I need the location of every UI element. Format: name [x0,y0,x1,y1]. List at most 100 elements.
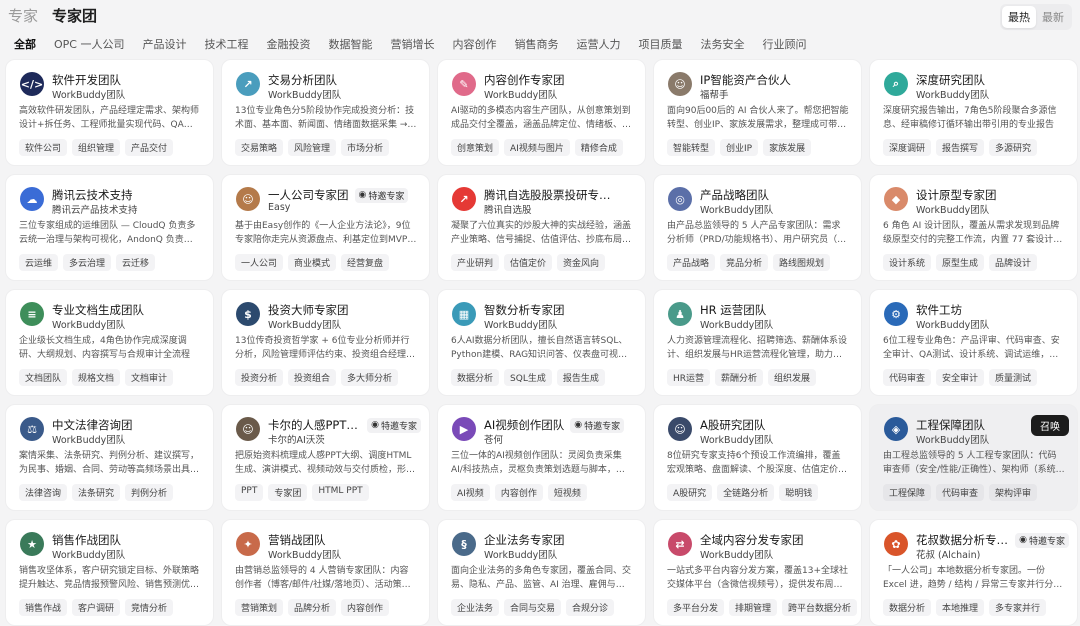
law-icon: ⚖ [20,417,44,441]
tab-9[interactable]: 运营人力 [576,36,620,52]
badge-label: 特邀专家 [584,421,621,432]
card-header: 一人公司专家团 ◉ 特邀专家 [268,187,421,203]
card-title: A股研究团队 [700,418,766,432]
card-title: IP智能资产合伙人 [700,73,791,87]
expert-card[interactable]: ⚖ 中文法律咨询团 WorkBuddy团队 案情采集、法条研究、判例分析、建议撰写，为… [5,404,214,511]
expert-card[interactable]: ↗ 腾讯自选股股票投研专家团 腾讯自选股 凝聚了六位真实的炒股大神的实战经验，涵盖产业… [437,174,646,281]
expert-card[interactable]: ▦ 智数分析专家团 WorkBuddy团队 6人AI数据分析团队，擅长自然语言转SQL… [437,289,646,396]
card-description: 「一人公司」本地数据分析专家团。一份 Excel 进，趋势 / 结构 / 异常三… [883,566,1054,590]
expert-card[interactable]: ▶ AI视频创作团队 ◉ 特邀专家 苍何 三位一体的AI视频创作团队：灵阅负责采集AI/科… [437,404,646,511]
card-tags: 创意策划 AI视频与图片 精修合成 [451,139,623,156]
tag: 原型生成 [936,254,985,271]
code-icon: </> [20,72,44,96]
expert-card[interactable]: ⌕ 深度研究团队 WorkBuddy团队 深度研究报告输出，7角色5阶段聚合多源信息、… [869,59,1078,166]
card-title: 智数分析专家团 [484,303,565,317]
expert-card[interactable]: ◆ 设计原型专家团 WorkBuddy团队 6 角色 AI 设计团队，覆盖从需求发现到… [869,174,1078,281]
card-author: WorkBuddy团队 [916,320,990,331]
summon-button[interactable]: 召唤 [1031,415,1069,436]
tag: 组织发展 [768,369,817,386]
tag: 深度调研 [883,139,932,156]
person-icon: ☺ [236,187,260,211]
expert-card[interactable]: ≡ 专业文档生成团队 WorkBuddy团队 企业级长文档生成，4角色协作完成深度调研… [5,289,214,396]
tag: 品牌设计 [989,254,1038,271]
card-tags: 软件公司 组织管理 产品交付 [19,139,174,156]
card-title: 产品战略团队 [700,188,769,202]
expert-card[interactable]: ☺ 卡尔的人感PPT专家... ◉特邀专家卡尔的AI沃茨把原始资料梳理成人感PPT大… [221,404,430,511]
tab-2[interactable]: 产品设计 [142,36,186,52]
expert-card[interactable]: ✦ 营销战团队 WorkBuddy团队 由营销总监领导的 4 人营销专家团队：内容创作… [221,519,430,626]
card-description: 13位传奇投资哲学家 + 6位专业分析师并行分析，风险管理师评估约束、投资组合经… [235,336,416,360]
tab-7[interactable]: 内容创作 [452,36,496,52]
tag: 智能转型 [667,139,716,156]
invited-expert-badge: ◉ 特邀专家 [367,417,421,433]
card-author: 卡尔的AI沃茨 [268,435,325,446]
tag: 薪酬分析 [715,369,764,386]
expert-card[interactable]: ◎ 产品战略团队 WorkBuddy团队 由产品总监领导的 5 人产品专家团队：需求分… [653,174,862,281]
tag: 短视频 [547,484,587,501]
tag: 专家团 [268,484,308,501]
expert-card[interactable]: ⇄ 全域内容分发专家团 WorkBuddy团队 一站式多平台内容分发方案，覆盖13+全… [653,519,862,626]
card-tags: A股研究 全链路分析 聪明钱 [667,484,819,501]
expert-card[interactable]: ☁ 腾讯云技术支持 腾讯云产品技术支持 三位专家组成的运维团队 — CloudQ 负责… [5,174,214,281]
tab-0[interactable]: 全部 [14,36,36,52]
sort-hot-button[interactable]: 最热 [1002,6,1036,28]
card-title: 深度研究团队 [916,73,985,87]
card-header: 营销战团队 [268,532,421,548]
badge-icon: ◉ [358,190,367,200]
tab-11[interactable]: 法务安全 [700,36,744,52]
card-header: A股研究团队 [700,417,853,433]
expert-card[interactable]: § 企业法务专家团 WorkBuddy团队 面向企业法务的多角色专家团，覆盖合同、交易… [437,519,646,626]
card-author: WorkBuddy团队 [700,550,774,561]
expert-card[interactable]: $ 投资大师专家团 WorkBuddy团队 13位传奇投资哲学家 + 6位专业分析师并… [221,289,430,396]
tab-10[interactable]: 项目质量 [638,36,682,52]
card-title: 腾讯云技术支持 [52,188,133,202]
tag: 架构评审 [989,484,1038,501]
card-title: AI视频创作团队 [484,418,565,432]
card-description: 8位研究专家支持6个预设工作流编排，覆盖宏观策略、盘面解读、个股深度、估值定价、… [667,451,848,475]
card-tags: 智能转型 创业IP 家族发展 [667,139,812,156]
sales-icon: ★ [20,532,44,556]
expert-card[interactable]: </> 软件开发团队 WorkBuddy团队 高效软件研发团队，产品经理定需求、架构师… [5,59,214,166]
tab-1[interactable]: OPC 一人公司 [54,36,124,52]
expert-card[interactable]: ↗ 交易分析团队 WorkBuddy团队 13位专业角色分5阶段协作完成投资分析：技术… [221,59,430,166]
tag: 组织管理 [72,139,121,156]
expert-card[interactable]: ✎ 内容创作专家团 WorkBuddy团队 AI驱动的多模态内容生产团队，从创意策划到… [437,59,646,166]
card-title: 设计原型专家团 [916,188,997,202]
expert-card[interactable]: ☺ IP智能资产合伙人 福帮手 面向90后00后的 AI 合伙人来了。帮您把智能转型、… [653,59,862,166]
invited-expert-badge: ◉ 特邀专家 [1015,532,1069,548]
card-title: 内容创作专家团 [484,73,565,87]
tag: 数据分析 [883,599,932,616]
card-header: 设计原型专家团 [916,187,1069,203]
tag: 云迁移 [116,254,156,271]
card-description: 面向90后00后的 AI 合伙人来了。帮您把智能转型、创业IP、家族发展需求，整… [667,106,849,130]
expert-card[interactable]: ♟ HR 运营团队 WorkBuddy团队 人力资源管理流程化、招聘筛选、薪酬体系设计… [653,289,862,396]
invited-expert-badge: ◉ 特邀专家 [354,187,409,203]
research-icon: ⌕ [884,72,908,96]
card-author: WorkBuddy团队 [268,550,342,561]
tag: A股研究 [667,484,713,501]
card-tags: 多平台分发 排期管理 跨平台数据分析 [667,599,858,616]
expert-card[interactable]: ◈ 工程保障团队 WorkBuddy团队 由工程总监领导的 5 人工程专家团队：代码审… [869,404,1078,511]
breadcrumb-experts[interactable]: 专家 [8,5,38,26]
expert-card[interactable]: ✿ 花叔数据分析专家团 ◉特邀专家花叔 (Alchain) 「一人公司」本地数据分析专… [869,519,1078,626]
card-header: 专业文档生成团队 [52,302,205,318]
sort-new-button[interactable]: 最新 [1036,6,1070,28]
card-title: 软件开发团队 [52,73,121,87]
tab-4[interactable]: 金融投资 [266,36,310,52]
expert-card[interactable]: ⚙ 软件工坊 WorkBuddy团队 6位工程专业角色：产品评审、代码审查、安全审计、… [869,289,1078,396]
expert-card[interactable]: ☺ A股研究团队 WorkBuddy团队 8位研究专家支持6个预设工作流编排，覆盖宏观… [653,404,862,511]
tab-12[interactable]: 行业顾问 [762,36,806,52]
card-title: 花叔数据分析专家团 [916,533,1009,547]
page-title: 专家团 [52,7,98,25]
card-description: 由产品总监领导的 5 人产品专家团队：需求分析师（PRD/功能规格书）、用户研究… [667,221,847,245]
expert-card[interactable]: ☺ 一人公司专家团 ◉ 特邀专家 Easy 基于由Easy创作的《一人企业方法论》，9位专… [221,174,430,281]
tab-5[interactable]: 数据智能 [328,36,372,52]
expert-card[interactable]: ★ 销售作战团队 WorkBuddy团队 销售攻坚体系，客户研究锁定目标、外联策略提升… [5,519,214,626]
tag: 家族发展 [763,139,812,156]
tab-3[interactable]: 技术工程 [204,36,248,52]
expert-team-grid: </> 软件开发团队 WorkBuddy团队 高效软件研发团队，产品经理定需求、架构师… [5,59,1078,626]
tag: 风险管理 [288,139,337,156]
badge-label: 特邀专家 [1028,536,1065,547]
tab-6[interactable]: 营销增长 [390,36,434,52]
tab-8[interactable]: 销售商务 [514,36,558,52]
